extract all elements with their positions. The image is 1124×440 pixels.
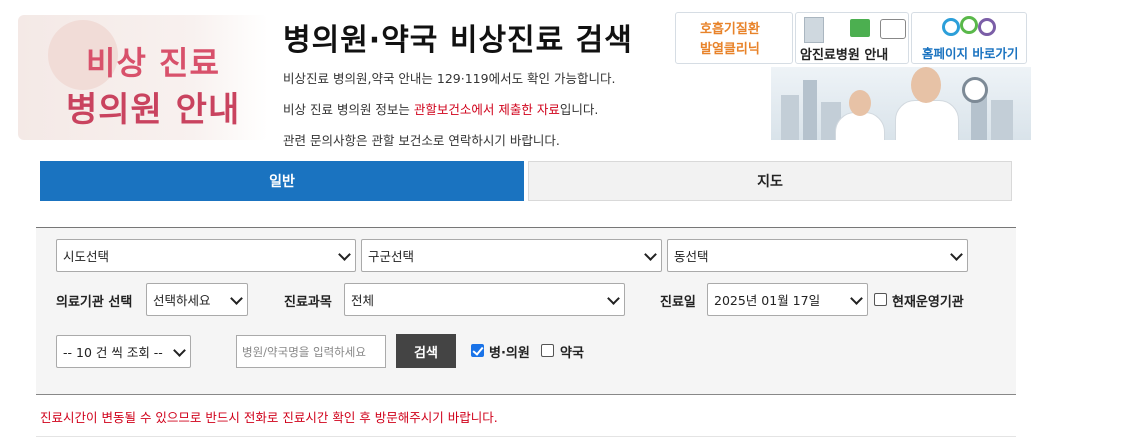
tab-map[interactable]: 지도 [528,161,1012,201]
search-panel: 시도선택 구군선택 동선택 의료기관 선택 선택하세요 진료과목 전체 진료일 … [36,227,1016,395]
institution-select-value: 선택하세요 [153,293,211,308]
institution-label: 의료기관 선택 [56,295,133,310]
doctor-head [849,90,871,116]
fever-clinic-line2: 발열클리닉 [700,42,760,57]
page-size-select-value: -- 10 건 씩 조회 -- [63,345,163,360]
homepage-link[interactable]: 홈페이지 바로가기 [911,12,1027,64]
dong-select-value: 동선택 [674,249,709,264]
cancer-hospital-label: 암진료병원 안내 [800,48,889,63]
logo-text-line1: 비상 진료 [86,44,220,82]
visit-warning-text: 진료시간이 변동될 수 있으므로 반드시 전화로 진료시간 확인 후 방문해주시… [40,410,498,425]
page-title: 병의원·약국 비상진료 검색 [283,23,633,58]
institution-select[interactable]: 선택하세요 [146,283,248,316]
notice-line-3: 관련 문의사항은 관할 보건소로 연락하시기 바랍니다. [283,133,560,148]
homepage-label: 홈페이지 바로가기 [922,46,1019,61]
homepage-logo-icon [942,18,960,36]
cancer-hospital-link[interactable]: 암진료병원 안내 [795,12,909,64]
fever-clinic-link[interactable]: 호흡기질환 발열클리닉 [675,12,793,64]
ambulance-icon [880,19,906,39]
notice-line-2-prefix: 비상 진료 병의원 정보는 [283,102,414,117]
date-select[interactable]: 2025년 01월 17일 [707,283,868,316]
divider [36,436,1016,437]
clock-icon [962,77,988,103]
chevron-down-icon [607,291,620,305]
chevron-down-icon [850,291,863,305]
sido-select-value: 시도선택 [63,249,110,264]
search-button[interactable]: 검색 [396,334,456,368]
pharmacy-checkbox-label: 약국 [560,346,584,361]
header-banner: 호흡기질환 발열클리닉 암진료병원 안내 홈페이지 바로가기 [673,12,1031,140]
chevron-down-icon [338,247,351,261]
chevron-down-icon [950,247,963,261]
hospital-checkbox-label: 병·의원 [489,346,530,361]
hospital-building-icon [804,17,824,43]
chevron-down-icon [644,247,657,261]
medical-kit-icon [850,19,870,37]
page-size-select[interactable]: -- 10 건 씩 조회 -- [56,335,191,368]
doctor-illustration-2 [895,100,959,140]
name-search-placeholder: 병원/약국명을 입력하세요 [242,344,366,359]
date-select-value: 2025년 01월 17일 [714,293,821,308]
department-select-value: 전체 [351,293,375,308]
hospital-checkbox[interactable] [471,344,484,357]
doctor-illustration [835,112,885,140]
fever-clinic-line1: 호흡기질환 [700,22,760,37]
notice-line-2-suffix: 입니다. [559,102,599,117]
open-now-checkbox[interactable] [874,293,887,306]
tab-general[interactable]: 일반 [40,161,524,201]
logo-text-line2: 병의원 안내 [66,90,241,130]
date-label: 진료일 [660,295,696,310]
sido-select[interactable]: 시도선택 [56,239,356,272]
notice-line-2-highlight: 관할보건소에서 제출한 자료 [413,102,560,117]
emergency-logo: 비상 진료 병의원 안내 [18,10,268,145]
doctor-head-2 [911,67,941,103]
notice-line-2: 비상 진료 병의원 정보는 관할보건소에서 제출한 자료입니다. [283,99,598,118]
gugun-select[interactable]: 구군선택 [361,239,662,272]
department-label: 진료과목 [284,295,332,310]
dong-select[interactable]: 동선택 [667,239,968,272]
pharmacy-checkbox[interactable] [541,344,554,357]
department-select[interactable]: 전체 [344,283,625,316]
chevron-down-icon [230,291,243,305]
notice-line-1: 비상진료 병의원,약국 안내는 129·119에서도 확인 가능합니다. [283,71,616,86]
name-search-input[interactable]: 병원/약국명을 입력하세요 [236,335,386,368]
open-now-label: 현재운영기관 [892,295,964,310]
gugun-select-value: 구군선택 [368,249,415,264]
chevron-down-icon [173,343,186,357]
